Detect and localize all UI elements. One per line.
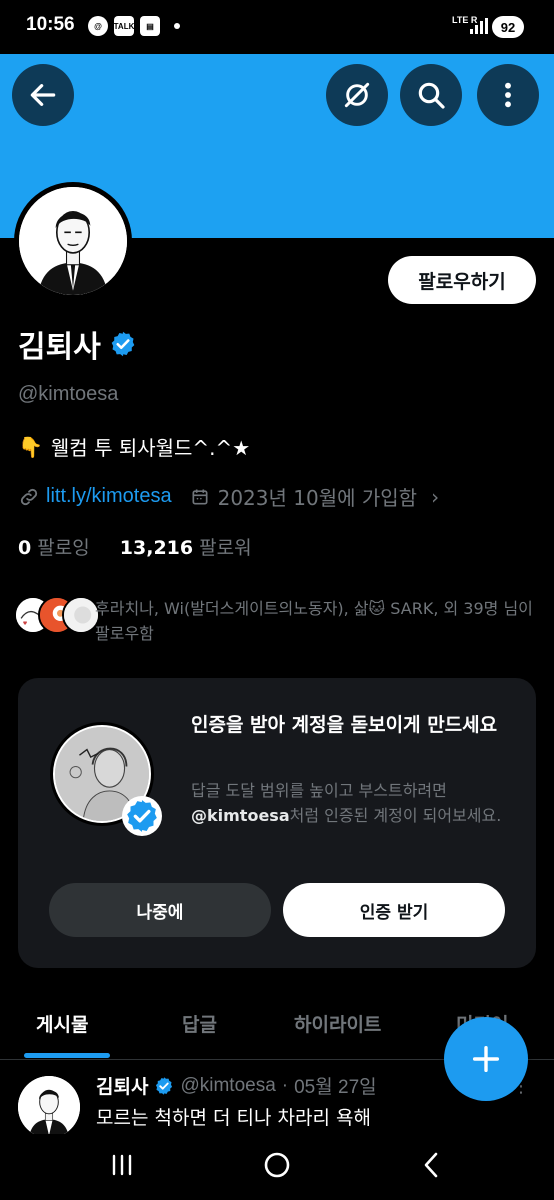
verified-badge-icon [156, 1076, 173, 1095]
active-tab-indicator [24, 1053, 110, 1058]
post-date: 05월 27일 [294, 1077, 377, 1098]
later-button[interactable]: 나중에 [49, 883, 271, 937]
profile-avatar[interactable] [14, 182, 132, 300]
tab-posts[interactable]: 게시물 [36, 1010, 88, 1037]
verification-promo-card: 인증을 받아 계정을 돋보이게 만드세요 답글 도달 범위를 높이고 부스트하려… [18, 678, 536, 968]
status-bar: 10:56 @ TALK ▤ LTE R 92 [0, 0, 554, 54]
card-title: 인증을 받아 계정을 돋보이게 만드세요 [191, 714, 498, 736]
follow-button[interactable]: 팔로우하기 [388, 256, 536, 304]
svg-text:♥: ♥ [23, 621, 28, 627]
followed-by-text[interactable]: 후라치나, Wi(발더스게이트의노동자), 삶🐱 SARK, 외 39명 님이 … [95, 596, 535, 646]
mutual-followers-avatars[interactable]: ♥ [14, 596, 100, 634]
chevron-left-icon [424, 1152, 438, 1178]
avatar-illustration [19, 187, 127, 295]
post-text: 모르는 척하면 더 티나 차라리 욕해 [96, 1107, 371, 1129]
threads-icon: @ [88, 16, 108, 36]
chevron-right-icon[interactable]: › [431, 485, 439, 509]
signal-icon [470, 18, 488, 34]
pointing-down-icon: 👇 [18, 434, 43, 459]
grok-button[interactable] [326, 64, 388, 126]
verified-badge-icon[interactable] [109, 330, 137, 358]
search-icon [418, 82, 445, 109]
home-circle-icon [264, 1152, 290, 1178]
flipboard-icon: ▤ [140, 16, 160, 36]
follow-counts: 0 팔로잉 13,216 팔로워 [18, 533, 252, 560]
tab-highlights[interactable]: 하이라이트 [294, 1010, 381, 1037]
calendar-icon [192, 489, 208, 504]
recent-apps-button[interactable] [92, 1148, 152, 1182]
more-notifications-dot-icon [174, 23, 180, 29]
profile-meta: litt.ly/kimotesa 2023년 10월에 가입함 › [18, 482, 439, 511]
plus-icon [472, 1045, 500, 1073]
get-verified-button[interactable]: 인증 받기 [283, 883, 505, 937]
search-button[interactable] [400, 64, 462, 126]
grok-icon [344, 82, 370, 108]
profile-name: 김퇴사 [18, 330, 101, 365]
profile-name-row: 김퇴사 [18, 322, 137, 366]
compose-post-button[interactable] [444, 1017, 528, 1101]
more-options-button[interactable] [477, 64, 539, 126]
joined-date: 2023년 10월에 가입함 [217, 486, 418, 510]
recent-apps-icon [112, 1154, 132, 1176]
post-separator: · [281, 1074, 289, 1096]
battery-indicator: 92 [492, 16, 524, 38]
notification-icons: @ TALK ▤ [88, 16, 180, 36]
back-arrow-icon [30, 84, 56, 106]
back-nav-button[interactable] [402, 1148, 462, 1182]
verified-badge-icon [122, 796, 162, 836]
status-time: 10:56 [26, 14, 75, 35]
avatar-illustration [18, 1076, 80, 1138]
profile-handle: @kimtoesa [18, 383, 119, 405]
home-button[interactable] [247, 1148, 307, 1182]
bio-text: 웰컴 투 퇴사월드^.^★ [50, 436, 251, 460]
system-navigation-bar [0, 1134, 554, 1200]
post-author-handle: @kimtoesa [180, 1074, 276, 1096]
card-description: 답글 도달 범위를 높이고 부스트하려면 @kimtoesa처럼 인증된 계정이… [191, 781, 502, 825]
followers-count-link[interactable]: 13,216 팔로워 [120, 537, 252, 559]
post-header: 김퇴사 @kimtoesa · 05월 27일 [96, 1072, 377, 1099]
profile-bio: 👇 웰컴 투 퇴사월드^.^★ [18, 432, 250, 461]
post-author-name[interactable]: 김퇴사 [96, 1072, 148, 1099]
more-vertical-icon [505, 82, 511, 108]
kakaotalk-icon: TALK [114, 16, 134, 36]
profile-link[interactable]: litt.ly/kimotesa [46, 485, 172, 508]
back-button[interactable] [12, 64, 74, 126]
link-icon [20, 488, 38, 505]
following-count-link[interactable]: 0 팔로잉 [18, 537, 90, 559]
tab-replies[interactable]: 답글 [182, 1010, 217, 1037]
post-avatar[interactable] [18, 1076, 80, 1138]
